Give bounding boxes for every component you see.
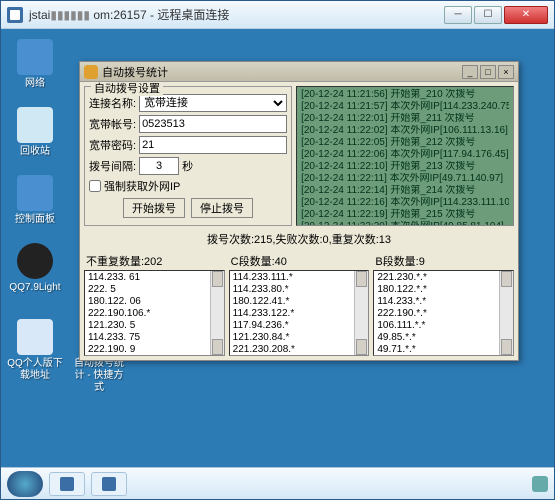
- scrollbar[interactable]: [499, 271, 513, 355]
- settings-panel: 自动拨号设置 连接名称: 宽带连接 宽带帐号: 宽带密码:: [84, 86, 292, 226]
- list-item[interactable]: 180.122.41.*: [233, 296, 366, 308]
- list-item[interactable]: 49.71.*.*: [377, 344, 510, 356]
- interval-unit: 秒: [182, 158, 193, 174]
- pwd-input[interactable]: [139, 136, 287, 154]
- start-dial-button[interactable]: 开始拨号: [123, 198, 185, 218]
- log-line: [20-12-24 11:22:16] 本次外网IP[114.233.111.1…: [301, 197, 509, 209]
- dialer-maximize-button[interactable]: □: [480, 65, 496, 79]
- bseg-list[interactable]: 221.230.*.*180.122.*.*114.233.*.*222.190…: [373, 270, 514, 356]
- rdp-window: jstai▮▮▮▮▮▮ om:26157 - 远程桌面连接 ─ ☐ ✕ 网络 回…: [0, 0, 555, 500]
- minimize-button[interactable]: ─: [444, 6, 472, 24]
- log-line: [20-12-24 11:22:11] 本次外网IP[49.71.140.97]: [301, 173, 509, 185]
- list-item[interactable]: 222.190.106.*: [88, 308, 221, 320]
- list-item[interactable]: 114.233.*.*: [377, 296, 510, 308]
- scrollbar[interactable]: [354, 271, 368, 355]
- system-tray[interactable]: [532, 476, 548, 492]
- log-line: [20-12-24 11:22:19] 开始第_215 次拨号: [301, 209, 509, 221]
- dialer-minimize-button[interactable]: _: [462, 65, 478, 79]
- log-line: [20-12-24 11:22:06] 本次外网IP[117.94.176.45…: [301, 149, 509, 161]
- force-ip-label: 强制获取外网IP: [104, 178, 180, 194]
- list-item[interactable]: 221.230.208.*: [233, 344, 366, 356]
- list-item[interactable]: 221.230.*.*: [377, 272, 510, 284]
- bseg-header: B段数量:9: [373, 252, 514, 270]
- close-button[interactable]: ✕: [504, 6, 548, 24]
- dialer-titlebar[interactable]: 自动拨号统计 _ □ ×: [80, 62, 518, 82]
- dialer-icon: [84, 65, 98, 79]
- pwd-label: 宽带密码:: [89, 137, 136, 153]
- list-item[interactable]: 106.111.*.*: [377, 320, 510, 332]
- list-item[interactable]: 222. 5: [88, 284, 221, 296]
- log-panel[interactable]: [20-12-24 11:21:56] 开始第_210 次拨号[20-12-24…: [296, 86, 514, 226]
- app-icon: [60, 477, 74, 491]
- start-button[interactable]: [7, 471, 43, 497]
- log-line: [20-12-24 11:22:05] 开始第_212 次拨号: [301, 137, 509, 149]
- rdp-title: jstai▮▮▮▮▮▮ om:26157 - 远程桌面连接: [29, 6, 444, 23]
- force-ip-checkbox[interactable]: [89, 180, 101, 192]
- log-line: [20-12-24 11:22:01] 开始第_211 次拨号: [301, 113, 509, 125]
- taskbar-item[interactable]: [91, 472, 127, 496]
- cseg-list[interactable]: 114.233.111.*114.233.80.*180.122.41.*114…: [229, 270, 370, 356]
- desktop-icon-network[interactable]: 网络: [7, 39, 63, 90]
- list-item[interactable]: 49.85.*.*: [377, 332, 510, 344]
- list-item[interactable]: 114.233.111.*: [233, 272, 366, 284]
- interval-label: 拨号间隔:: [89, 158, 136, 174]
- settings-legend: 自动拨号设置: [91, 82, 163, 96]
- app-icon: [102, 477, 116, 491]
- list-item[interactable]: 180.122.*.*: [377, 284, 510, 296]
- rdp-icon: [7, 7, 23, 23]
- unique-header: 不重复数量:202: [84, 252, 225, 270]
- list-item[interactable]: 222.190. 9: [88, 344, 221, 356]
- remote-desktop[interactable]: 网络 回收站 控制面板 QQ7.9Light QQ个人版下载地址 自动拨号统计 …: [1, 29, 554, 467]
- log-line: [20-12-24 11:22:02] 本次外网IP[106.111.13.16…: [301, 125, 509, 137]
- list-item[interactable]: 180.122. 06: [88, 296, 221, 308]
- stats-line: 拨号次数:215,失败次数:0,重复次数:13: [84, 230, 514, 248]
- maximize-button[interactable]: ☐: [474, 6, 502, 24]
- dialer-close-button[interactable]: ×: [498, 65, 514, 79]
- desktop-icon-control-panel[interactable]: 控制面板: [7, 175, 63, 226]
- acct-label: 宽带帐号:: [89, 116, 136, 132]
- scrollbar[interactable]: [210, 271, 224, 355]
- cseg-header: C段数量:40: [229, 252, 370, 270]
- interval-input[interactable]: [139, 157, 179, 175]
- conn-label: 连接名称:: [89, 95, 136, 111]
- list-item[interactable]: 121.230. 5: [88, 320, 221, 332]
- stop-dial-button[interactable]: 停止拨号: [191, 198, 253, 218]
- dialer-window: 自动拨号统计 _ □ × 自动拨号设置 连接名称: 宽带连接 宽带帐号:: [79, 61, 519, 361]
- log-line: [20-12-24 11:21:56] 开始第_210 次拨号: [301, 89, 509, 101]
- list-item[interactable]: 114.233.122.*: [233, 308, 366, 320]
- log-line: [20-12-24 11:22:20] 本次外网IP[49.85.81.104]: [301, 221, 509, 226]
- list-item[interactable]: 114.233. 61: [88, 272, 221, 284]
- list-item[interactable]: 114.233. 75: [88, 332, 221, 344]
- conn-select[interactable]: 宽带连接: [139, 94, 287, 112]
- taskbar-item[interactable]: [49, 472, 85, 496]
- log-line: [20-12-24 11:22:10] 开始第_213 次拨号: [301, 161, 509, 173]
- list-item[interactable]: 117.94.236.*: [233, 320, 366, 332]
- log-line: [20-12-24 11:21:57] 本次外网IP[114.233.240.7…: [301, 101, 509, 113]
- rdp-titlebar[interactable]: jstai▮▮▮▮▮▮ om:26157 - 远程桌面连接 ─ ☐ ✕: [1, 1, 554, 29]
- desktop-icon-qq-download[interactable]: QQ个人版下载地址: [7, 319, 63, 382]
- dialer-title: 自动拨号统计: [102, 64, 168, 80]
- log-line: [20-12-24 11:22:14] 开始第_214 次拨号: [301, 185, 509, 197]
- list-item[interactable]: 121.230.84.*: [233, 332, 366, 344]
- list-item[interactable]: 222.190.*.*: [377, 308, 510, 320]
- taskbar[interactable]: [1, 467, 554, 499]
- desktop-icon-recycle[interactable]: 回收站: [7, 107, 63, 158]
- tray-icon[interactable]: [532, 476, 548, 492]
- acct-input[interactable]: [139, 115, 287, 133]
- unique-list[interactable]: 114.233. 61222. 5180.122. 06222.190.106.…: [84, 270, 225, 356]
- list-item[interactable]: 114.233.80.*: [233, 284, 366, 296]
- desktop-icon-qq[interactable]: QQ7.9Light: [7, 243, 63, 294]
